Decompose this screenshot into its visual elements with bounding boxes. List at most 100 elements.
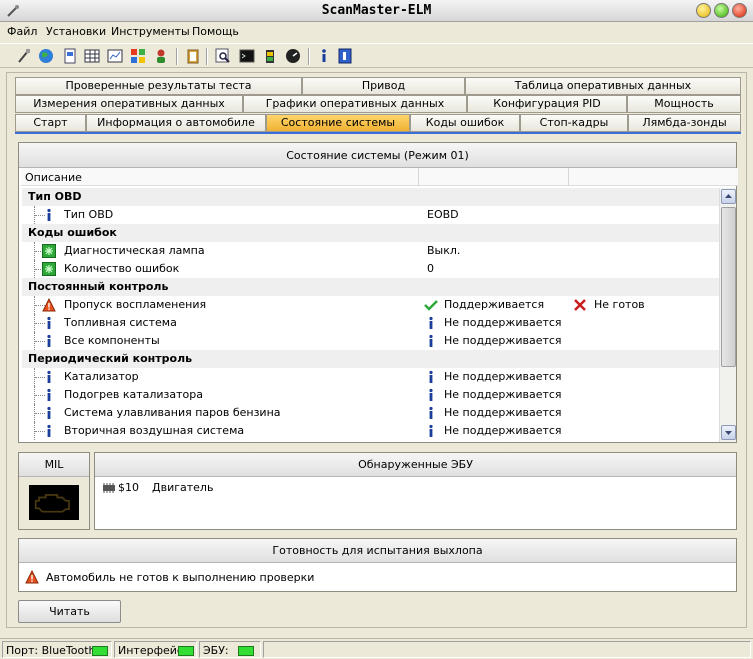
graph-icon[interactable] [107, 48, 123, 64]
gauge-icon[interactable] [285, 48, 301, 64]
warning-icon [25, 570, 39, 584]
table-row[interactable]: Количество ошибок 0 [22, 260, 719, 278]
column-description[interactable]: Описание [25, 171, 82, 184]
menu-settings[interactable]: Установки [46, 25, 106, 38]
row-label: Катализатор [64, 370, 139, 383]
battery-icon[interactable] [262, 48, 278, 64]
mil-panel: MIL [18, 452, 90, 530]
tab-verified-test-results[interactable]: Проверенные результаты теста [15, 77, 302, 95]
search-icon[interactable] [215, 48, 231, 64]
tab-freeze-frames[interactable]: Стоп-кадры [520, 114, 628, 132]
check-icon [424, 300, 438, 311]
info-icon [429, 388, 433, 401]
person-icon[interactable] [153, 48, 169, 64]
row-value: 0 [427, 262, 434, 275]
status-cell-port: Порт: BlueTooth [2, 641, 112, 658]
connect-icon[interactable] [16, 48, 32, 64]
group-label: Периодический контроль [28, 352, 193, 365]
info-icon [47, 424, 51, 437]
clipboard-icon[interactable] [185, 48, 201, 64]
info-icon [47, 334, 51, 347]
tab-power[interactable]: Мощность [627, 95, 741, 113]
scroll-up-button[interactable] [721, 189, 736, 204]
window-title: ScanMaster-ELM [321, 3, 432, 18]
info-icon [429, 334, 433, 347]
group-row-obd-type: Тип OBD [22, 188, 719, 206]
row-value: Не поддерживается [444, 334, 562, 347]
document-icon[interactable] [62, 48, 78, 64]
info-icon [429, 316, 433, 329]
ecu-led [238, 646, 254, 656]
info-icon [429, 406, 433, 419]
cross-icon [574, 299, 586, 311]
tab-error-codes[interactable]: Коды ошибок [410, 114, 520, 132]
readiness-message: Автомобиль не готов к выполнению проверк… [46, 571, 315, 584]
menu-bar: Файл Установки Инструменты Помощь [0, 22, 753, 42]
group-row-continuous-monitoring: Постоянный контроль [22, 278, 719, 296]
scroll-thumb[interactable] [721, 207, 736, 367]
table-row[interactable]: Катализатор Не поддерживается [22, 368, 719, 386]
terminal-icon[interactable] [239, 48, 255, 64]
info-icon [429, 370, 433, 383]
table-row[interactable]: Вторичная воздушная система Не поддержив… [22, 422, 719, 440]
ecu-label: ЭБУ: [203, 644, 229, 657]
tab-system-status[interactable]: Состояние системы [266, 114, 410, 132]
tab-live-data-table[interactable]: Таблица оперативных данных [465, 77, 741, 95]
green-status-icon [42, 262, 56, 276]
row-label: Все компоненты [64, 334, 160, 347]
port-led [92, 646, 108, 656]
book-icon[interactable] [337, 48, 353, 64]
row-label: Диагностическая лампа [64, 244, 205, 257]
row-value: Выкл. [427, 244, 461, 257]
read-button[interactable]: Читать [18, 600, 121, 623]
row-value: Не поддерживается [444, 406, 562, 419]
windows-icon[interactable] [130, 48, 146, 64]
table-row[interactable]: Система улавливания паров бензина Не под… [22, 404, 719, 422]
tab-start[interactable]: Старт [15, 114, 86, 132]
scroll-down-button[interactable] [721, 425, 736, 440]
interface-label: Интерфейс: [118, 644, 187, 657]
interface-led [178, 646, 194, 656]
column-header: Описание [21, 168, 738, 186]
status-cell-ecu: ЭБУ: [199, 641, 261, 658]
tab-drive[interactable]: Привод [302, 77, 465, 95]
menu-file[interactable]: Файл [7, 25, 37, 38]
ecu-panel: Обнаруженные ЭБУ $10 Двигатель [94, 452, 737, 530]
menu-tools[interactable]: Инструменты [111, 25, 190, 38]
ecu-name: Двигатель [152, 481, 214, 494]
close-button[interactable] [732, 3, 747, 18]
table-row[interactable]: Тип OBD EOBD [22, 206, 719, 224]
minimize-button[interactable] [696, 3, 711, 18]
warning-icon [42, 298, 56, 312]
toolbar-separator [206, 48, 208, 65]
info-icon[interactable] [316, 48, 332, 64]
table-row[interactable]: Подогрев катализатора Не поддерживается [22, 386, 719, 404]
info-icon [47, 316, 51, 329]
table-row[interactable]: Топливная система Не поддерживается [22, 314, 719, 332]
vertical-scrollbar[interactable] [719, 188, 736, 442]
tab-vehicle-info[interactable]: Информация о автомобиле [86, 114, 266, 132]
tab-pid-config[interactable]: Конфигурация PID [467, 95, 627, 113]
table-row[interactable]: Пропуск воспламенения Поддерживается Не … [22, 296, 719, 314]
tab-live-data-measurements[interactable]: Измерения оперативных данных [15, 95, 243, 113]
status-cell-interface: Интерфейс: [114, 641, 197, 658]
menu-help[interactable]: Помощь [192, 25, 239, 38]
engine-warning-icon [29, 485, 79, 520]
toolbar-separator [176, 48, 178, 65]
arrow-down-icon [725, 431, 732, 435]
row-value: Не поддерживается [444, 370, 562, 383]
info-icon [429, 424, 433, 437]
maximize-button[interactable] [714, 3, 729, 18]
ecu-list-item[interactable]: $10 Двигатель [101, 481, 401, 497]
tab-live-data-graphs[interactable]: Графики оперативных данных [243, 95, 467, 113]
tab-lambda-sensors[interactable]: Лямбда-зонды [628, 114, 741, 132]
chip-icon [103, 483, 115, 493]
readiness-panel: Готовность для испытания выхлопа Автомоб… [18, 538, 737, 592]
table-row[interactable]: Диагностическая лампа Выкл. [22, 242, 719, 260]
row-value: Поддерживается [444, 298, 545, 311]
row-status: Не готов [594, 298, 645, 311]
table-row[interactable]: Все компоненты Не поддерживается [22, 332, 719, 350]
ecu-id: $10 [118, 481, 139, 494]
table-icon[interactable] [84, 48, 100, 64]
globe-icon[interactable] [38, 48, 54, 64]
